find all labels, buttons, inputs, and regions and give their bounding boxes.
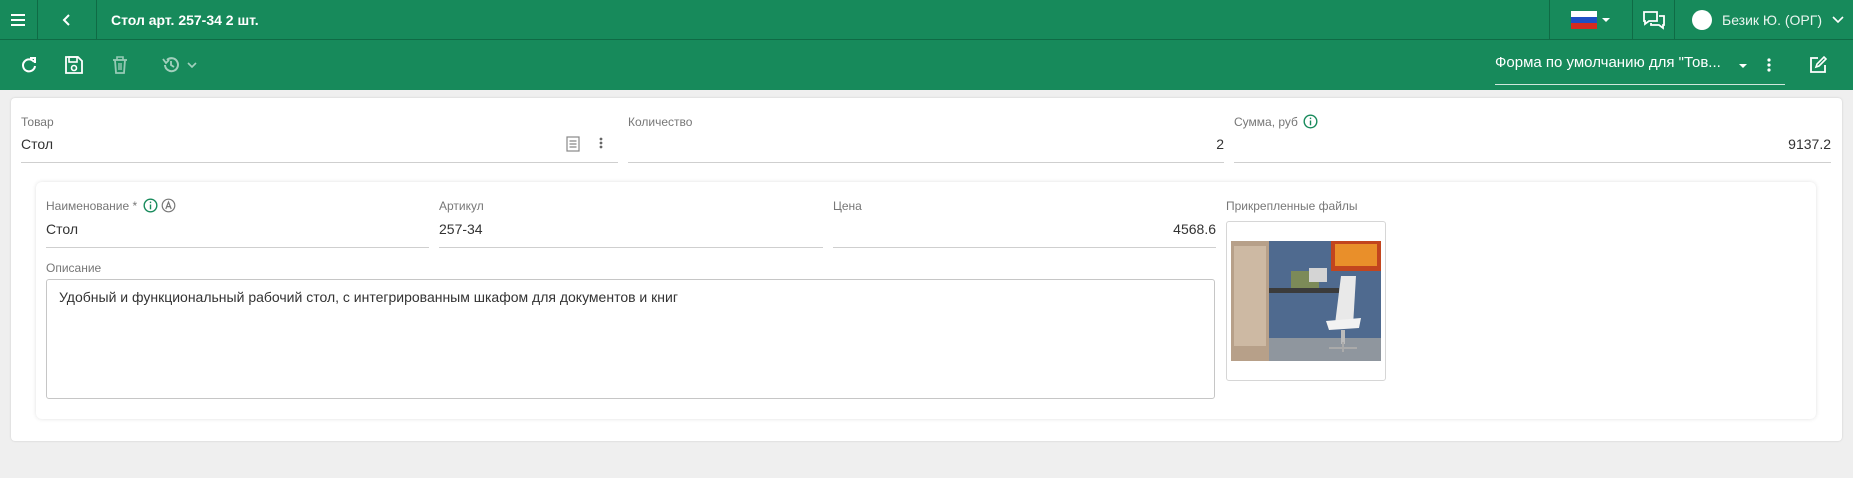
chevron-down-icon	[1832, 16, 1844, 24]
caret-down-icon	[1602, 18, 1610, 22]
divider	[1674, 0, 1675, 40]
history-icon	[162, 57, 179, 73]
more-vertical-icon	[1767, 58, 1771, 72]
sum-field[interactable]: 9137.2	[1234, 136, 1831, 152]
delete-button[interactable]	[108, 53, 132, 77]
user-name: Безик Ю. (ОРГ)	[1722, 12, 1822, 28]
menu-button[interactable]	[0, 0, 37, 40]
divider	[439, 247, 823, 248]
divider	[628, 162, 1224, 163]
product-label: Товар	[21, 115, 54, 129]
divider	[96, 0, 97, 40]
product-list-button[interactable]	[566, 136, 582, 154]
list-icon	[566, 136, 580, 152]
price-field[interactable]: 4568.6	[833, 221, 1216, 237]
form-select[interactable]: Форма по умолчанию для "Тов...	[1495, 50, 1785, 85]
article-field[interactable]: 257-34	[439, 221, 483, 237]
description-label: Описание	[46, 261, 102, 275]
trash-icon	[113, 56, 127, 74]
attached-file-thumbnail[interactable]	[1226, 221, 1386, 381]
auto-translate-icon[interactable]	[161, 198, 176, 213]
page-title: Стол арт. 257-34 2 шт.	[111, 12, 259, 28]
chat-button[interactable]	[1633, 0, 1674, 40]
russian-flag-icon	[1571, 11, 1597, 29]
price-label: Цена	[833, 199, 862, 213]
name-label: Наименование *	[46, 199, 138, 213]
more-options-button[interactable]	[1757, 53, 1781, 77]
name-field[interactable]: Стол	[46, 221, 78, 237]
top-bar: Стол арт. 257-34 2 шт. Безик Ю. (ОРГ)	[0, 0, 1853, 40]
save-button[interactable]	[62, 53, 86, 77]
edit-form-button[interactable]	[1806, 53, 1830, 77]
chevron-left-icon	[62, 14, 70, 26]
divider	[833, 247, 1216, 248]
product-photo	[1231, 226, 1381, 376]
divider	[21, 162, 618, 163]
sum-label: Сумма, руб	[1234, 115, 1298, 129]
form-select-value: Форма по умолчанию для "Тов...	[1495, 54, 1721, 71]
caret-down-icon	[1739, 64, 1747, 68]
chat-icon	[1642, 11, 1665, 30]
quantity-field[interactable]: 2	[628, 136, 1224, 152]
save-icon	[65, 56, 83, 74]
toolbar: Форма по умолчанию для "Тов...	[0, 40, 1853, 90]
product-field[interactable]: Стол	[21, 136, 53, 152]
description-text: Удобный и функциональный рабочий стол, с…	[59, 289, 678, 305]
divider	[1234, 162, 1831, 163]
description-textarea[interactable]: Удобный и функциональный рабочий стол, с…	[46, 279, 1215, 399]
user-menu[interactable]: Безик Ю. (ОРГ)	[1692, 0, 1844, 40]
product-more-button[interactable]	[599, 136, 607, 154]
refresh-button[interactable]	[17, 53, 41, 77]
article-label: Артикул	[439, 199, 484, 213]
quantity-label: Количество	[628, 115, 693, 129]
history-button[interactable]	[156, 53, 202, 77]
avatar	[1692, 10, 1712, 30]
more-vertical-icon	[599, 137, 603, 149]
refresh-icon	[22, 57, 36, 73]
edit-icon	[1810, 55, 1828, 73]
info-icon[interactable]	[1303, 114, 1318, 129]
divider	[46, 247, 429, 248]
back-button[interactable]	[38, 0, 96, 40]
attached-files-label: Прикрепленные файлы	[1226, 199, 1358, 213]
hamburger-icon	[10, 14, 25, 26]
language-select[interactable]	[1550, 0, 1632, 40]
info-icon[interactable]	[143, 198, 158, 213]
chevron-down-icon	[187, 62, 197, 68]
